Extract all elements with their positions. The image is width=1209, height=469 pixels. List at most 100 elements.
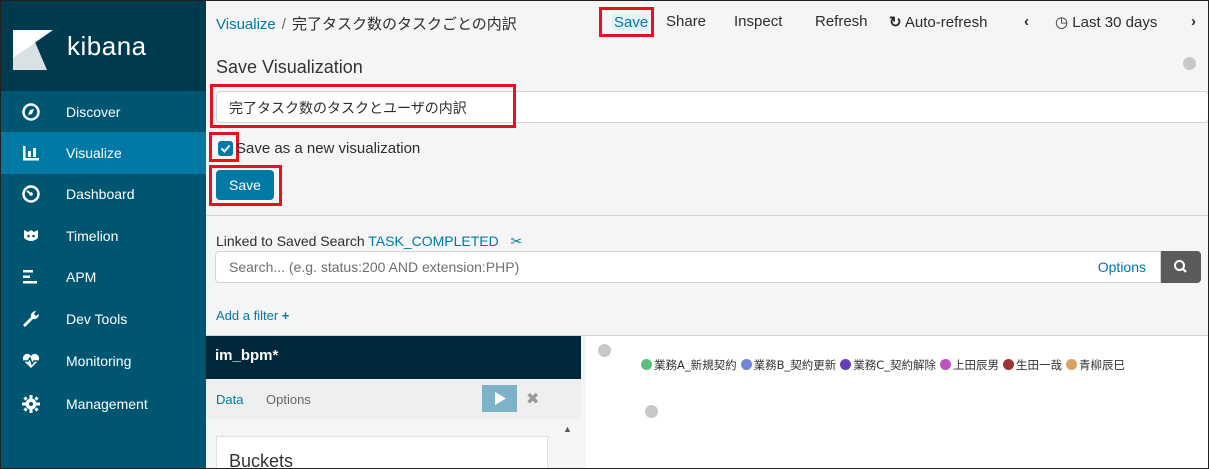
auto-refresh-label: Auto-refresh <box>904 14 988 31</box>
legend-color-dot <box>740 359 752 370</box>
sidebar-item-dashboard[interactable]: Dashboard <box>1 173 206 215</box>
timelion-icon <box>24 230 38 241</box>
time-range-label: Last 30 days <box>1072 14 1158 31</box>
apply-changes-button[interactable] <box>482 385 517 412</box>
saved-search-link[interactable]: TASK_COMPLETED <box>368 233 498 249</box>
query-bar-area: Linked to Saved Search TASK_COMPLETED ✂ … <box>206 216 1208 336</box>
breadcrumb-visualize-link[interactable]: Visualize <box>216 16 276 33</box>
auto-refresh-button[interactable]: ↻ Auto-refresh <box>889 13 987 31</box>
sidebar-item-label: Management <box>66 396 148 412</box>
sidebar-item-management[interactable]: Management <box>1 383 206 425</box>
sidebar: kibana Discover Visualize Dashboard Time… <box>1 1 206 468</box>
time-forward-chevron-icon[interactable]: › <box>1191 13 1196 30</box>
sidebar-item-dev-tools[interactable]: Dev Tools <box>1 298 206 340</box>
legend-label: 業務A_新規契約 <box>654 358 737 372</box>
bar-chart-icon <box>23 146 39 161</box>
legend-item[interactable]: 上田辰男 <box>940 355 999 376</box>
search-button[interactable] <box>1161 251 1201 283</box>
save-as-new-label: Save as a new visualization <box>236 140 421 157</box>
legend-label: 業務C_契約解除 <box>853 358 937 372</box>
sidebar-item-label: Dev Tools <box>66 311 128 327</box>
search-placeholder: Search... (e.g. status:200 AND extension… <box>229 259 520 275</box>
visualization-name-input[interactable]: 完了タスク数のタスクとユーザの内訳 <box>216 91 1208 123</box>
legend: 業務A_新規契約 業務B_契約更新 業務C_契約解除 上田辰男 生田一哉 青柳辰巳 <box>641 355 1161 376</box>
clock-icon: ◷ <box>1055 14 1069 31</box>
sidebar-item-label: APM <box>66 269 97 285</box>
index-pattern-name: im_bpm* <box>215 347 279 364</box>
time-back-chevron-icon[interactable]: ‹ <box>1024 13 1029 30</box>
legend-item[interactable]: 業務C_契約解除 <box>840 355 936 376</box>
legend-label: 青柳辰巳 <box>1079 358 1126 372</box>
unlink-icon[interactable]: ✂ <box>511 233 523 249</box>
sidebar-item-label: Dashboard <box>66 186 135 202</box>
sidebar-item-apm[interactable]: APM <box>1 256 206 298</box>
add-filter-button[interactable]: Add a filter + <box>216 308 289 323</box>
collapse-sidebar-icon[interactable] <box>598 344 611 357</box>
buckets-section: Buckets <box>216 436 548 469</box>
legend-color-dot <box>840 359 852 370</box>
breadcrumb-current: 完了タスク数のタスクごとの内訳 <box>291 16 517 33</box>
kibana-window: kibana Discover Visualize Dashboard Time… <box>0 0 1209 469</box>
plus-icon: + <box>281 308 290 323</box>
legend-toggle-icon[interactable] <box>645 405 658 418</box>
legend-label: 生田一哉 <box>1016 358 1063 372</box>
legend-color-dot <box>1003 359 1015 370</box>
sidebar-item-label: Visualize <box>66 145 122 161</box>
collapse-icon[interactable] <box>1183 57 1196 70</box>
vis-editor-sidebar: im_bpm* Data Options ✖ ▲ Buckets <box>206 336 586 469</box>
legend-color-dot <box>641 359 652 370</box>
top-save-button[interactable]: Save <box>612 14 651 31</box>
linked-saved-search: Linked to Saved Search TASK_COMPLETED ✂ <box>216 233 522 250</box>
breadcrumb-separator: / <box>281 16 286 33</box>
discard-close-icon[interactable]: ✖ <box>526 389 539 409</box>
editor-tabs: Data Options ✖ <box>206 379 581 419</box>
kibana-logo[interactable]: kibana <box>1 1 206 91</box>
top-save-highlight: Save <box>599 7 654 37</box>
share-button[interactable]: Share <box>666 13 706 30</box>
legend-label: 業務B_契約更新 <box>753 358 837 372</box>
brand-name: kibana <box>67 31 147 61</box>
refresh-button[interactable]: Refresh <box>815 13 868 30</box>
buckets-title: Buckets <box>229 451 294 469</box>
save-button[interactable]: Save <box>216 170 274 200</box>
save-visualization-panel: Save Visualization 完了タスク数のタスクとユーザの内訳 Sav… <box>206 43 1208 215</box>
wrench-icon <box>23 310 40 327</box>
legend-item[interactable]: 業務A_新規契約 <box>641 355 737 376</box>
sidebar-item-label: Discover <box>66 104 121 120</box>
add-filter-label: Add a filter <box>216 308 279 323</box>
tab-options[interactable]: Options <box>266 392 311 407</box>
legend-item[interactable]: 青柳辰巳 <box>1066 355 1125 376</box>
play-icon <box>495 392 506 405</box>
heartbeat-icon <box>22 353 40 368</box>
gear-icon <box>22 395 40 413</box>
legend-item[interactable]: 業務B_契約更新 <box>740 355 837 376</box>
breadcrumb: Visualize / 完了タスク数のタスクごとの内訳 <box>216 13 517 34</box>
checkmark-icon <box>220 144 231 153</box>
legend-color-dot <box>1066 359 1078 370</box>
linked-prefix: Linked to Saved Search <box>216 233 365 249</box>
sidebar-item-label: Timelion <box>66 228 119 244</box>
search-input[interactable]: Search... (e.g. status:200 AND extension… <box>215 251 1161 283</box>
visualization-area: 業務A_新規契約 業務B_契約更新 業務C_契約解除 上田辰男 生田一哉 青柳辰巳 <box>586 336 1208 468</box>
options-link[interactable]: Options <box>1098 259 1146 275</box>
inspect-button[interactable]: Inspect <box>734 13 782 30</box>
time-picker-button[interactable]: ◷ Last 30 days <box>1055 13 1157 31</box>
scroll-up-arrow-icon[interactable]: ▲ <box>563 424 572 434</box>
legend-color-dot <box>940 359 952 370</box>
legend-item[interactable]: 生田一哉 <box>1003 355 1062 376</box>
sidebar-item-label: Monitoring <box>66 353 132 369</box>
sidebar-item-timelion[interactable]: Timelion <box>1 215 206 257</box>
panel-title: Save Visualization <box>216 57 363 77</box>
top-nav: Visualize / 完了タスク数のタスクごとの内訳 Save Share Ins… <box>206 1 1208 43</box>
tab-data[interactable]: Data <box>216 392 243 407</box>
compass-icon <box>22 103 40 121</box>
save-as-new-checkbox[interactable] <box>218 141 233 156</box>
apm-icon <box>23 270 37 284</box>
sidebar-item-visualize[interactable]: Visualize <box>1 132 206 174</box>
search-icon <box>1174 260 1187 273</box>
sidebar-item-discover[interactable]: Discover <box>1 91 206 133</box>
index-pattern-header: im_bpm* <box>206 336 581 379</box>
dashboard-gauge-icon <box>22 185 40 203</box>
legend-label: 上田辰男 <box>953 358 1000 372</box>
sidebar-item-monitoring[interactable]: Monitoring <box>1 340 206 382</box>
